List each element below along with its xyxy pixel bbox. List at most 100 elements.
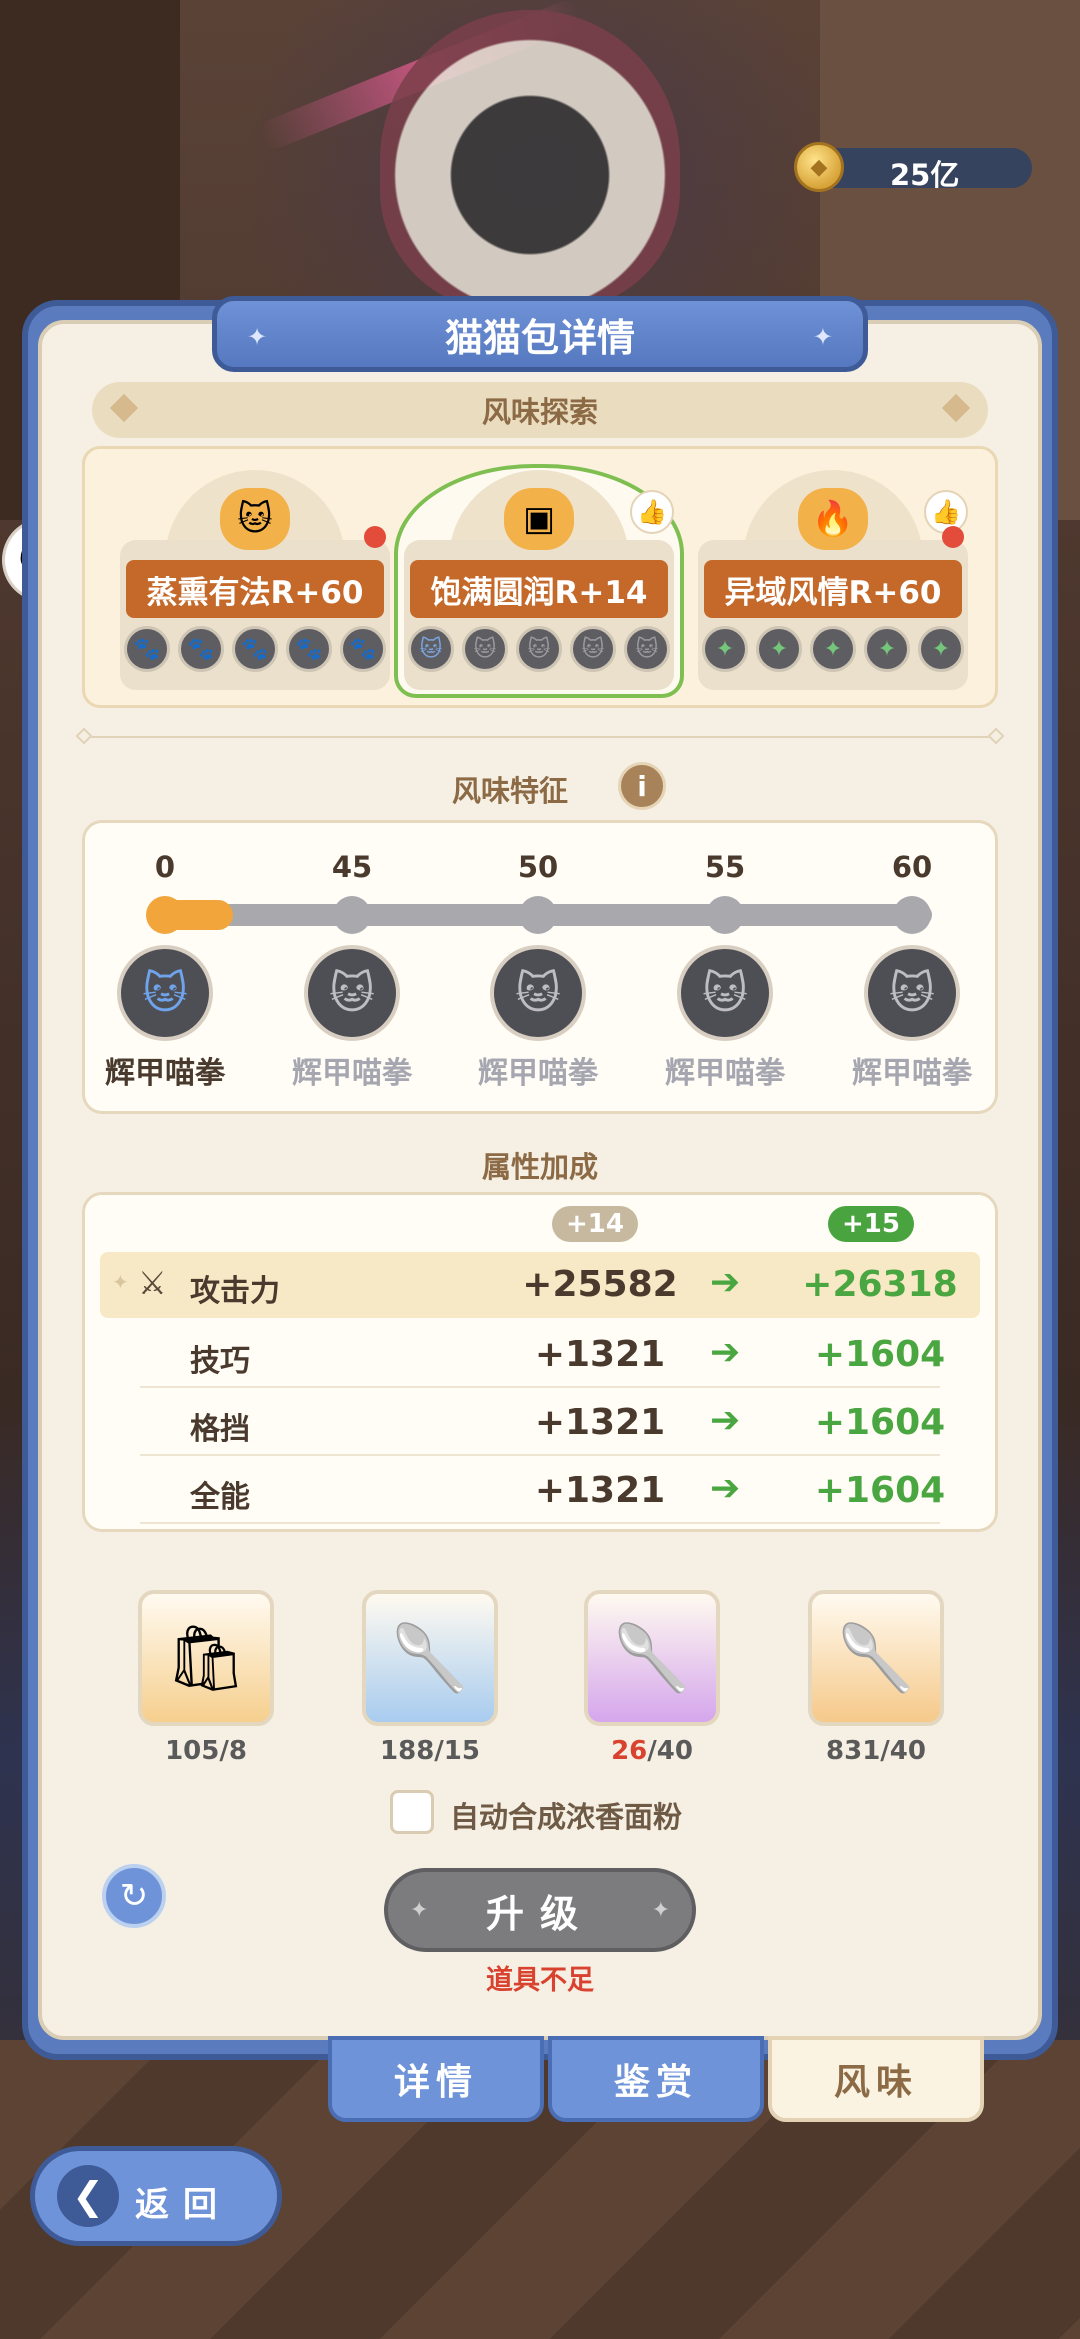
tab-1[interactable]: 鉴赏 [548, 2036, 764, 2122]
currency-display[interactable]: ◆ 25亿 [794, 142, 1032, 192]
flavor-card[interactable]: 🔥 👍 异域风情R+60 ✦ ✦ ✦ ✦ ✦ [698, 470, 968, 690]
flavor-card-label: 蒸熏有法R+60 [126, 560, 384, 618]
auto-craft-label: 自动合成浓香面粉 [450, 1800, 683, 1834]
material-need: /40 [647, 1736, 693, 1766]
flavor-emblem-icon: 🐱 [220, 488, 290, 550]
cat-shield-icon[interactable]: 🐱 [677, 945, 773, 1041]
flavor-card[interactable]: ▣ 👍 饱满圆润R+14 🐱 🐱 🐱 🐱 🐱 [394, 464, 684, 698]
flavor-slot-icon: 🐱 [624, 626, 670, 672]
trait-threshold: 50 [517, 850, 559, 884]
chevron-left-icon: ❮ [57, 2165, 119, 2227]
back-button[interactable]: ❮ 返回 [30, 2146, 282, 2246]
upgrade-button-label: 升级 [485, 1891, 594, 1936]
cat-spoon-icon[interactable]: 🥄 [584, 1590, 720, 1726]
cat-shield-icon[interactable]: 🐱 [304, 945, 400, 1041]
refresh-icon[interactable]: ↻ [102, 1864, 166, 1928]
flavor-slot-icon: ✦ [810, 626, 856, 672]
flavor-slot-icon: 🐾 [232, 626, 278, 672]
flavor-icon-row: 🐱 🐱 🐱 🐱 🐱 [408, 626, 670, 676]
flavor-icon-row: ✦ ✦ ✦ ✦ ✦ [702, 626, 964, 676]
flavor-slot-icon: ✦ [918, 626, 964, 672]
flour-bag-icon[interactable]: 🛍 [138, 1590, 274, 1726]
next-level-badge: +15 [828, 1206, 914, 1242]
panel-title: ✦ 猫猫包详情 ✦ [212, 296, 868, 372]
arrow-right-icon: ➔ [710, 1468, 741, 1509]
trait-threshold: 45 [331, 850, 373, 884]
flavor-traits-title: 风味特征 [451, 774, 568, 808]
flavor-explore-header: 风味探索 [92, 382, 988, 438]
trait-name: 辉甲喵拳 [852, 1056, 972, 1091]
red-dot-badge [364, 526, 386, 548]
tab-0[interactable]: 详情 [328, 2036, 544, 2122]
stat-current: +1321 [534, 1470, 666, 1511]
trait-threshold: 60 [891, 850, 933, 884]
diamond-icon [941, 393, 971, 423]
currency-amount: 25亿 [890, 158, 960, 192]
cat-shield-icon[interactable]: 🐱 [117, 945, 213, 1041]
thumbs-up-icon: 👍 [630, 490, 674, 534]
material-count: 188/15 [350, 1736, 510, 1766]
flavor-card-label: 异域风情R+60 [704, 560, 962, 618]
back-button-label: 返回 [135, 2185, 231, 2225]
trait-name: 辉甲喵拳 [105, 1056, 225, 1091]
material-count: 105/8 [126, 1736, 286, 1766]
sparkle-icon: ✦ [247, 323, 268, 351]
upgrade-button[interactable]: ✦ 升级 ✦ [384, 1868, 696, 1952]
material-need: /15 [434, 1736, 480, 1766]
stat-next: +26318 [802, 1264, 958, 1305]
info-icon[interactable]: i [618, 762, 666, 810]
divider [75, 727, 1005, 745]
stat-current: +25582 [522, 1264, 678, 1305]
flavor-emblem-icon: 🔥 [798, 488, 868, 550]
stat-row: 技巧 +1321 ➔ +1604 [140, 1322, 945, 1388]
stat-row: 格挡 +1321 ➔ +1604 [140, 1390, 945, 1456]
arrow-right-icon: ➔ [710, 1400, 741, 1441]
panel-title-text: 猫猫包详情 [444, 315, 635, 360]
flavor-slot-icon: ✦ [702, 626, 748, 672]
trait-node [333, 896, 371, 934]
arrow-right-icon: ➔ [710, 1332, 741, 1373]
red-dot-badge [942, 526, 964, 548]
flavor-slot-icon: ✦ [864, 626, 910, 672]
stat-name: 技巧 [190, 1344, 250, 1379]
trait-threshold: 0 [154, 850, 176, 884]
stat-row: ✦ ⚔ 攻击力 +25582 ➔ +26318 [100, 1252, 980, 1318]
sparkle-icon: ✦ [651, 1898, 670, 1923]
material-have: 188 [380, 1736, 435, 1766]
flavor-slot-icon: 🐾 [178, 626, 224, 672]
cat-shield-icon[interactable]: 🐱 [490, 945, 586, 1041]
trait-name: 辉甲喵拳 [292, 1056, 412, 1091]
trait-name: 辉甲喵拳 [478, 1056, 598, 1091]
tab-2[interactable]: 风味 [768, 2036, 984, 2122]
material-count: 831/40 [796, 1736, 956, 1766]
stat-current: +1321 [534, 1402, 666, 1443]
arrow-right-icon: ➔ [710, 1262, 741, 1303]
flavor-slot-icon: 🐱 [408, 626, 454, 672]
trait-name: 辉甲喵拳 [665, 1056, 785, 1091]
flavor-slot-icon: 🐾 [124, 626, 170, 672]
paw-spoon-icon[interactable]: 🥄 [362, 1590, 498, 1726]
flavor-card[interactable]: 🐱 蒸熏有法R+60 🐾 🐾 🐾 🐾 🐾 [120, 470, 390, 690]
flavor-card-label: 饱满圆润R+14 [410, 560, 668, 618]
insufficient-items-warning: 道具不足 [486, 1965, 594, 1996]
sparkle-icon: ✦ [812, 323, 833, 351]
stat-next: +1604 [814, 1470, 946, 1511]
material-need: /40 [880, 1736, 926, 1766]
flavor-slot-icon: 🐱 [462, 626, 508, 672]
stat-row: 全能 +1321 ➔ +1604 [140, 1458, 945, 1524]
trait-threshold: 55 [704, 850, 746, 884]
material-have: 105 [165, 1736, 220, 1766]
material-have: 26 [611, 1736, 648, 1766]
cat-shield-icon[interactable]: 🐱 [864, 945, 960, 1041]
flavor-slot-icon: 🐱 [570, 626, 616, 672]
trait-node [146, 896, 184, 934]
stat-name: 攻击力 [190, 1274, 280, 1309]
gold-spoon-icon[interactable]: 🥄 [808, 1590, 944, 1726]
flavor-emblem-icon: ▣ [504, 488, 574, 550]
material-need: /8 [219, 1736, 247, 1766]
flavor-icon-row: 🐾 🐾 🐾 🐾 🐾 [124, 626, 386, 676]
material-count: 26/40 [572, 1736, 732, 1766]
flavor-explore-title: 风味探索 [481, 395, 598, 429]
auto-craft-checkbox[interactable] [390, 1790, 434, 1834]
flavor-slot-icon: ✦ [756, 626, 802, 672]
